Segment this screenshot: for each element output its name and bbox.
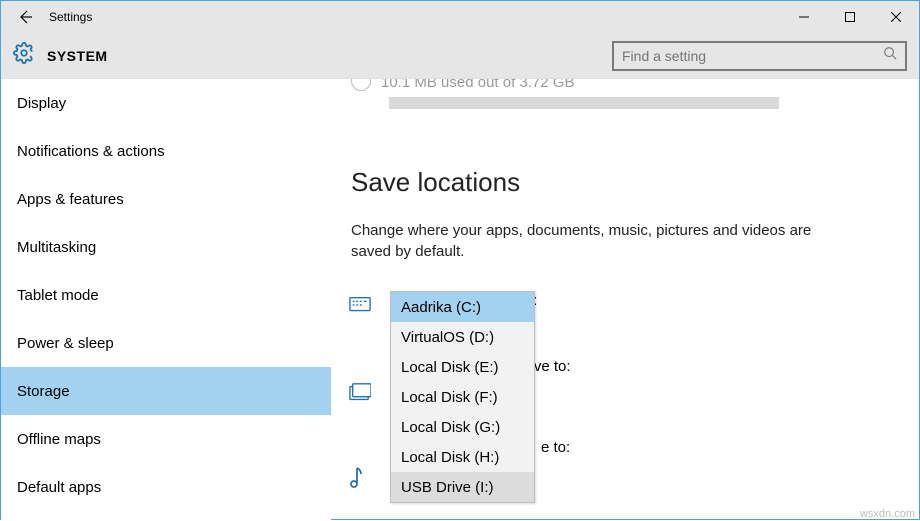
- dropdown-option[interactable]: Local Disk (E:): [391, 352, 534, 382]
- dropdown-option[interactable]: Local Disk (F:): [391, 382, 534, 412]
- sidebar-item-label: Notifications & actions: [17, 143, 165, 160]
- sidebar-item-label: Multitasking: [17, 239, 96, 256]
- sidebar-item-storage[interactable]: Storage: [1, 367, 331, 415]
- dropdown-option[interactable]: Aadrika (C:): [391, 292, 534, 322]
- music-icon: [349, 466, 367, 495]
- storage-usage-text: 10.1 MB used out of 3.72 GB: [351, 79, 899, 93]
- apps-icon: [349, 296, 371, 319]
- minimize-button[interactable]: [781, 1, 827, 33]
- documents-icon: [349, 383, 371, 408]
- back-button[interactable]: [9, 1, 41, 33]
- gear-icon: [13, 42, 35, 69]
- settings-header: SYSTEM: [1, 33, 919, 79]
- close-button[interactable]: [873, 1, 919, 33]
- maximize-icon: [845, 12, 855, 22]
- storage-usage-bar: [389, 97, 779, 109]
- dropdown-option[interactable]: USB Drive (I:): [391, 472, 534, 502]
- disk-icon: [351, 79, 371, 91]
- music-save-label-partial: e to:: [541, 439, 570, 456]
- dropdown-option[interactable]: Local Disk (H:): [391, 442, 534, 472]
- sidebar-item-display[interactable]: Display: [1, 79, 331, 127]
- dropdown-option[interactable]: Local Disk (G:): [391, 412, 534, 442]
- sidebar-item-label: Default apps: [17, 479, 101, 496]
- close-icon: [891, 12, 901, 22]
- sidebar-item-apps-features[interactable]: Apps & features: [1, 175, 331, 223]
- sidebar-item-power-sleep[interactable]: Power & sleep: [1, 319, 331, 367]
- sidebar-item-tablet-mode[interactable]: Tablet mode: [1, 271, 331, 319]
- maximize-button[interactable]: [827, 1, 873, 33]
- minimize-icon: [799, 12, 809, 22]
- title-bar: Settings: [1, 1, 919, 33]
- search-icon: [883, 46, 897, 65]
- sidebar-item-offline-maps[interactable]: Offline maps: [1, 415, 331, 463]
- search-box[interactable]: [612, 41, 907, 71]
- page-heading: Save locations: [351, 167, 899, 198]
- sidebar-item-label: Storage: [17, 383, 70, 400]
- dropdown-option[interactable]: VirtualOS (D:): [391, 322, 534, 352]
- watermark: wsxdn.com: [860, 508, 915, 520]
- section-title: SYSTEM: [47, 48, 108, 64]
- arrow-left-icon: [17, 9, 33, 25]
- search-input[interactable]: [622, 48, 883, 64]
- save-location-dropdown-open[interactable]: Aadrika (C:) VirtualOS (D:) Local Disk (…: [390, 291, 535, 503]
- sidebar: Display Notifications & actions Apps & f…: [1, 79, 331, 521]
- sidebar-item-label: Power & sleep: [17, 335, 114, 352]
- sidebar-item-default-apps[interactable]: Default apps: [1, 463, 331, 511]
- sidebar-item-label: Tablet mode: [17, 287, 99, 304]
- sidebar-item-multitasking[interactable]: Multitasking: [1, 223, 331, 271]
- sidebar-item-label: Display: [17, 95, 66, 112]
- window-title: Settings: [49, 10, 92, 24]
- page-description: Change where your apps, documents, music…: [351, 220, 831, 262]
- sidebar-item-notifications[interactable]: Notifications & actions: [1, 127, 331, 175]
- sidebar-item-label: Apps & features: [17, 191, 124, 208]
- sidebar-item-label: Offline maps: [17, 431, 101, 448]
